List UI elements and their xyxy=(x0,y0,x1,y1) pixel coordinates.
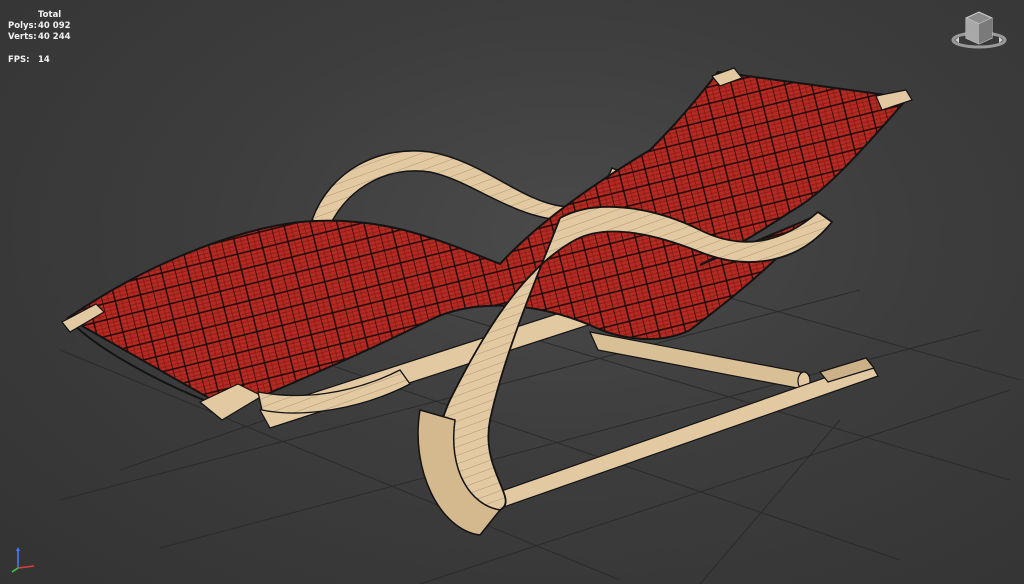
verts-label: Verts: xyxy=(8,32,37,42)
verts-value: 40 244 xyxy=(38,32,71,42)
fps-value: 14 xyxy=(38,55,50,65)
polys-value: 40 092 xyxy=(38,21,71,31)
fps-label: FPS: xyxy=(8,55,30,65)
viewcube-icon[interactable] xyxy=(950,6,1008,50)
verts-row: Verts: 40 244 xyxy=(8,32,71,43)
axis-tripod-icon xyxy=(11,547,35,573)
polys-label: Polys: xyxy=(8,21,37,31)
fps-row: FPS: 14 xyxy=(8,55,71,66)
polys-row: Polys: 40 092 xyxy=(8,21,71,32)
viewport-statistics: Total Polys: 40 092 Verts: 40 244 FPS: 1… xyxy=(8,10,71,66)
stats-header: Total xyxy=(38,10,62,20)
viewport[interactable]: Total Polys: 40 092 Verts: 40 244 FPS: 1… xyxy=(0,0,1024,584)
chair-scene[interactable] xyxy=(0,0,1024,584)
